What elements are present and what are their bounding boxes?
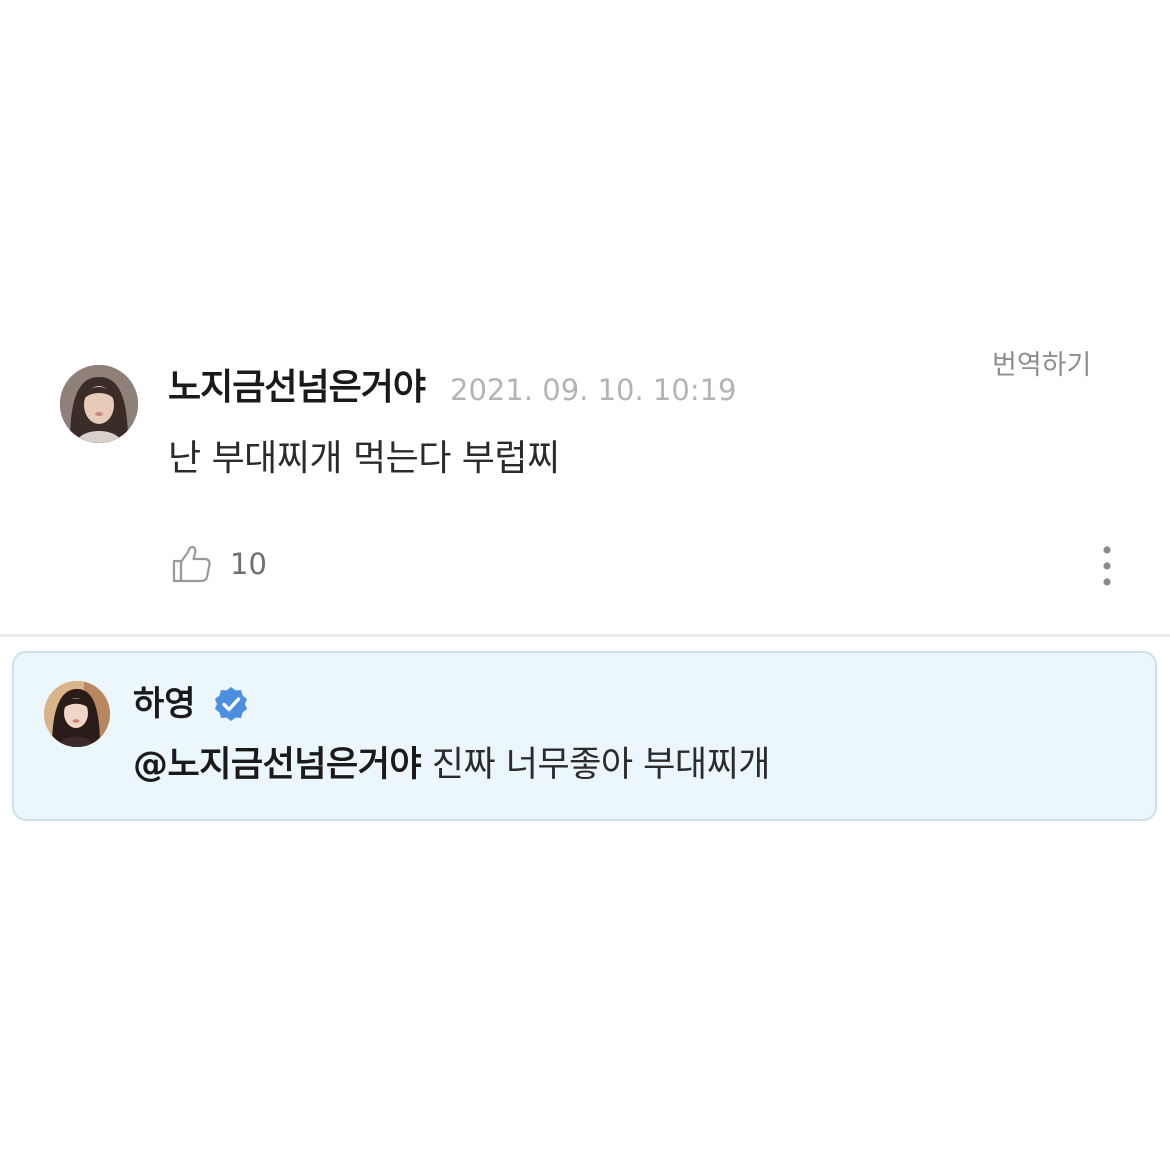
reply-author-name[interactable]: 하영 (133, 681, 196, 727)
reply-text: @노지금선넘은거야 진짜 너무좋아 부대찌개 (133, 741, 770, 789)
like-count: 10 (230, 547, 267, 581)
creator-reply-card: 하영 @노지금선넘은거야 진짜 너무좋아 부대찌개 (12, 651, 1157, 821)
translate-button[interactable]: 번역하기 (992, 346, 1091, 386)
section-divider (0, 634, 1170, 637)
reply-message: 진짜 너무좋아 부대찌개 (421, 745, 771, 785)
more-options-button[interactable] (1092, 544, 1122, 590)
replier-avatar-image (44, 681, 110, 747)
like-button[interactable]: 10 (170, 542, 267, 586)
replier-avatar[interactable] (44, 681, 110, 747)
comment-author-name[interactable]: 노지금선넘은거야 (168, 363, 426, 413)
commenter-avatar[interactable] (60, 365, 138, 443)
thumbs-up-icon (172, 545, 211, 583)
comment-timestamp: 2021. 09. 10. 10:19 (450, 373, 737, 407)
more-vertical-icon (1103, 546, 1111, 586)
reply-mention-link[interactable]: @노지금선넘은거야 (133, 745, 422, 785)
comment-text: 난 부대찌개 먹는다 부럽찌 (168, 438, 560, 479)
comment-page: 노지금선넘은거야 2021. 09. 10. 10:19 번역하기 난 부대찌개… (0, 0, 1170, 1170)
verified-badge-icon (215, 687, 247, 721)
commenter-avatar-image (60, 365, 138, 443)
